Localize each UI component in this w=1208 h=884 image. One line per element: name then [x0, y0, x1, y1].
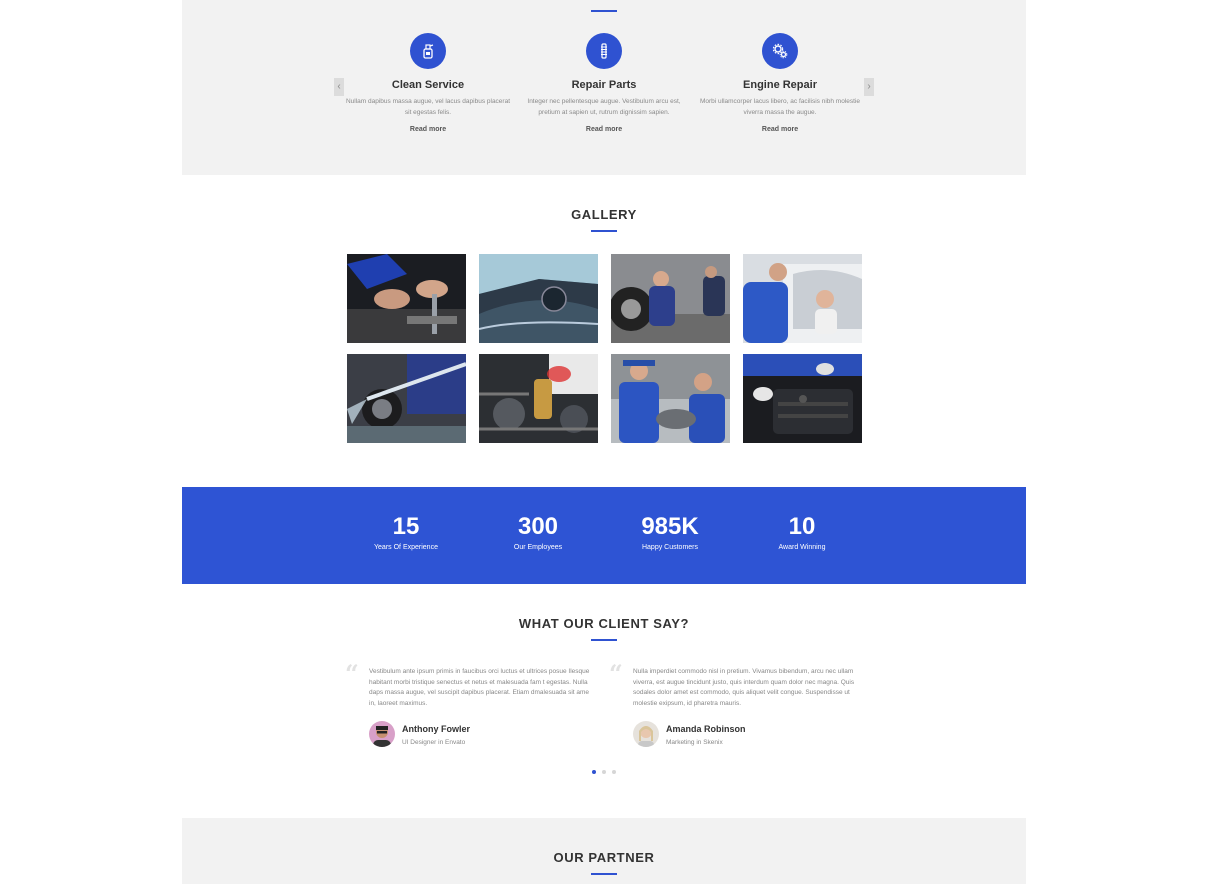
service-card-clean: Clean Service Nullam dapibus massa augue…	[340, 33, 516, 133]
testimonial-role: UI Designer in Envato	[402, 739, 466, 746]
service-card-engine: Engine Repair Morbi ullamcorper lacus li…	[692, 33, 868, 133]
stat-label: Award Winning	[778, 544, 826, 551]
testimonials-title: WHAT OUR CLIENT SAY?	[518, 616, 690, 631]
stat-value: 985K	[641, 513, 699, 540]
stat-label: Years Of Experience	[374, 544, 438, 551]
gallery-title: GALLERY	[571, 207, 637, 222]
section-divider	[591, 873, 617, 875]
spring-part-icon	[586, 33, 622, 69]
quote-icon: “	[345, 659, 359, 688]
stat-value: 15	[392, 513, 420, 540]
section-divider	[591, 230, 617, 232]
gallery-image-engine-bay[interactable]	[743, 354, 862, 443]
gears-icon	[762, 33, 798, 69]
testimonial-text: Nulla imperdiet commodo nisl in pretium.…	[633, 668, 855, 707]
service-title: Engine Repair	[743, 79, 817, 91]
gallery-image-tire-change[interactable]	[611, 254, 730, 343]
gallery-image-car-interior[interactable]	[479, 254, 598, 343]
gallery-image-mechanic-wrench[interactable]	[347, 254, 466, 343]
stat-employees: 300 Our Employees	[483, 513, 593, 552]
carousel-dot-3[interactable]	[612, 770, 616, 774]
services-section: ‹ › Clean Service Nullam dapibus massa a…	[182, 0, 1026, 175]
testimonial-text: Vestibulum ante ipsum primis in faucibus…	[369, 668, 590, 707]
testimonial-name: Amanda Robinson	[666, 724, 746, 734]
stat-value: 10	[788, 513, 816, 540]
avatar	[369, 721, 395, 747]
quote-icon: “	[609, 659, 623, 688]
stat-label: Happy Customers	[641, 544, 699, 551]
avatar	[633, 721, 659, 747]
gallery-image-engine-oil[interactable]	[479, 354, 598, 443]
gallery-image-customer-car[interactable]	[743, 254, 862, 343]
stat-awards: 10 Award Winning	[747, 513, 857, 552]
stat-value: 300	[517, 513, 559, 540]
stat-customers: 985K Happy Customers	[615, 513, 725, 552]
stats-section: 15 Years Of Experience 300 Our Employees…	[182, 487, 1026, 584]
service-description: Nullam dapibus massa augue, vel lacus da…	[345, 98, 511, 116]
read-more-link[interactable]: Read more	[692, 126, 868, 133]
service-title: Repair Parts	[571, 79, 637, 91]
service-card-repair: Repair Parts Integer nec pellentesque au…	[516, 33, 692, 133]
carousel-dot-1[interactable]	[592, 770, 596, 774]
gallery-image-mechanics-thumbs-up[interactable]	[611, 354, 730, 443]
stat-experience: 15 Years Of Experience	[351, 513, 461, 552]
carousel-dot-2[interactable]	[602, 770, 606, 774]
service-description: Integer nec pellentesque augue. Vestibul…	[527, 98, 681, 116]
section-divider	[591, 10, 617, 12]
testimonial-name: Anthony Fowler	[402, 724, 470, 734]
service-title: Clean Service	[391, 79, 465, 91]
service-description: Morbi ullamcorper lacus libero, ac facil…	[699, 98, 861, 116]
stat-label: Our Employees	[513, 544, 563, 551]
read-more-link[interactable]: Read more	[516, 126, 692, 133]
spray-bottle-icon	[410, 33, 446, 69]
partner-section: OUR PARTNER	[182, 818, 1026, 884]
partner-title: OUR PARTNER	[553, 850, 655, 865]
gallery-image-pressure-wash[interactable]	[347, 354, 466, 443]
testimonial-role: Marketing in Skenix	[666, 739, 723, 746]
read-more-link[interactable]: Read more	[340, 126, 516, 133]
section-divider	[591, 639, 617, 641]
